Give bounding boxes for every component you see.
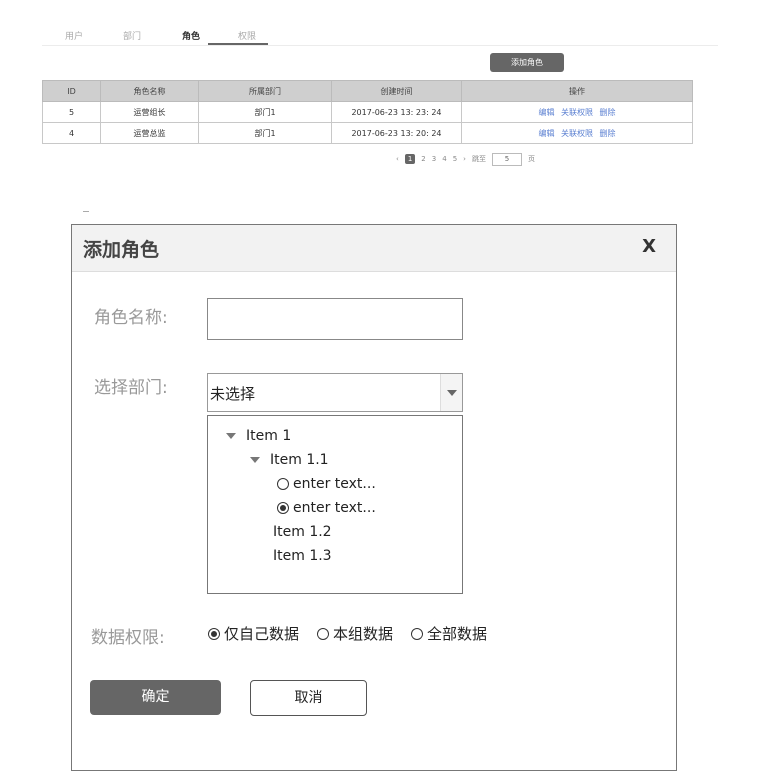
page-unit-label: 页 — [527, 155, 535, 163]
page-5-button[interactable]: 5 — [453, 155, 457, 163]
dialog-title: 添加角色 — [83, 239, 160, 261]
tree-item-1-3[interactable]: Item 1.3 — [273, 548, 332, 564]
table-row: 5 运营组长 部门1 2017-06-23 13: 23: 24 编辑 关联权限… — [42, 101, 693, 123]
data-permission-label: 数据权限: — [91, 628, 165, 648]
jump-page-input[interactable]: 5 — [491, 152, 522, 166]
cell-created-time: 2017-06-23 13: 23: 24 — [331, 101, 462, 123]
column-header-department: 所属部门 — [198, 80, 332, 102]
radio-unchecked-icon[interactable] — [277, 478, 289, 490]
page-1-button[interactable]: 1 — [404, 154, 416, 164]
radio-checked-icon[interactable] — [208, 627, 220, 640]
tree-option-label: enter text... — [293, 476, 376, 492]
column-header-actions: 操作 — [461, 80, 693, 102]
option-label: 本组数据 — [333, 625, 394, 643]
page-3-button[interactable]: 3 — [432, 155, 436, 163]
cell-department: 部门1 — [198, 101, 332, 123]
add-role-dialog: 添加角色 X 角色名称: 选择部门: 未选择 Item 1 Item 1.1 e… — [71, 224, 677, 771]
tree-item-1-2[interactable]: Item 1.2 — [273, 524, 332, 540]
link-permissions-link[interactable]: 关联权限 — [561, 108, 593, 117]
tab-users[interactable]: 用户 — [65, 29, 83, 42]
edit-link[interactable]: 编辑 — [538, 129, 554, 138]
dropdown-toggle[interactable] — [440, 374, 462, 411]
cell-actions: 编辑 关联权限 删除 — [461, 101, 693, 123]
cancel-button[interactable]: 取消 — [250, 680, 367, 716]
tree-item-label: Item 1.3 — [273, 548, 332, 564]
cell-role-name: 运营总监 — [100, 122, 199, 144]
tree-item-1-1[interactable]: Item 1.1 — [250, 452, 329, 468]
confirm-button[interactable]: 确定 — [90, 680, 221, 715]
column-header-id: ID — [42, 80, 101, 102]
tree-option-b[interactable]: enter text... — [277, 500, 376, 516]
tree-item-label: Item 1.2 — [273, 524, 332, 540]
jump-label: 跳至 — [471, 155, 486, 163]
page-4-button[interactable]: 4 — [442, 155, 446, 163]
data-permission-option-all[interactable]: 全部数据 — [411, 623, 487, 644]
cell-created-time: 2017-06-23 13: 20: 24 — [331, 122, 462, 144]
expand-triangle-icon[interactable] — [226, 433, 236, 439]
cell-department: 部门1 — [198, 122, 332, 144]
expand-triangle-icon[interactable] — [250, 457, 260, 463]
radio-checked-icon[interactable] — [277, 502, 289, 514]
delete-link[interactable]: 删除 — [600, 129, 616, 138]
tab-departments[interactable]: 部门 — [123, 29, 141, 42]
department-tree: Item 1 Item 1.1 enter text... enter text… — [207, 415, 463, 594]
table-header-row: ID 角色名称 所属部门 创建时间 操作 — [42, 80, 693, 102]
pagination: ‹ 1 2 3 4 5 › 跳至 5 页 — [396, 152, 535, 166]
cell-id: 5 — [42, 101, 101, 123]
column-header-role-name: 角色名称 — [100, 80, 199, 102]
role-name-input[interactable] — [207, 298, 463, 340]
cell-actions: 编辑 关联权限 删除 — [461, 122, 693, 144]
add-role-button[interactable]: 添加角色 — [490, 53, 564, 72]
delete-link[interactable]: 删除 — [600, 108, 616, 117]
edit-link[interactable]: 编辑 — [538, 108, 554, 117]
radio-unchecked-icon[interactable] — [411, 627, 424, 640]
data-permission-option-group[interactable]: 本组数据 — [317, 623, 393, 644]
tab-roles[interactable]: 角色 — [182, 29, 200, 42]
department-label: 选择部门: — [94, 378, 168, 398]
radio-unchecked-icon[interactable] — [317, 627, 330, 640]
data-permission-radio-group: 仅自己数据 本组数据 全部数据 — [208, 623, 505, 644]
active-tab-indicator — [208, 43, 268, 45]
cell-id: 4 — [42, 122, 101, 144]
column-header-created-time: 创建时间 — [331, 80, 462, 102]
prev-page-icon[interactable]: ‹ — [396, 155, 399, 163]
department-select[interactable]: 未选择 — [207, 373, 463, 412]
department-select-value: 未选择 — [210, 385, 256, 403]
divider — [83, 211, 89, 212]
role-name-label: 角色名称: — [94, 308, 168, 328]
roles-table: ID 角色名称 所属部门 创建时间 操作 5 运营组长 部门1 2017-06-… — [42, 80, 693, 144]
tab-bar: 用户 部门 角色 权限 — [42, 23, 718, 46]
cell-role-name: 运营组长 — [100, 101, 199, 123]
close-icon[interactable]: X — [642, 236, 656, 257]
data-permission-option-self[interactable]: 仅自己数据 — [208, 623, 299, 644]
option-label: 全部数据 — [427, 625, 488, 643]
tree-item-label: Item 1.1 — [270, 452, 329, 468]
page-2-button[interactable]: 2 — [421, 155, 425, 163]
dialog-header: 添加角色 X — [72, 225, 676, 272]
option-label: 仅自己数据 — [224, 625, 300, 643]
tree-item-label: Item 1 — [246, 428, 292, 444]
link-permissions-link[interactable]: 关联权限 — [561, 129, 593, 138]
tree-option-label: enter text... — [293, 500, 376, 516]
chevron-down-icon — [447, 390, 457, 396]
tab-permissions[interactable]: 权限 — [238, 29, 256, 42]
tree-item-1[interactable]: Item 1 — [226, 428, 291, 444]
next-page-icon[interactable]: › — [463, 155, 466, 163]
table-row: 4 运营总监 部门1 2017-06-23 13: 20: 24 编辑 关联权限… — [42, 122, 693, 144]
tree-option-a[interactable]: enter text... — [277, 476, 376, 492]
